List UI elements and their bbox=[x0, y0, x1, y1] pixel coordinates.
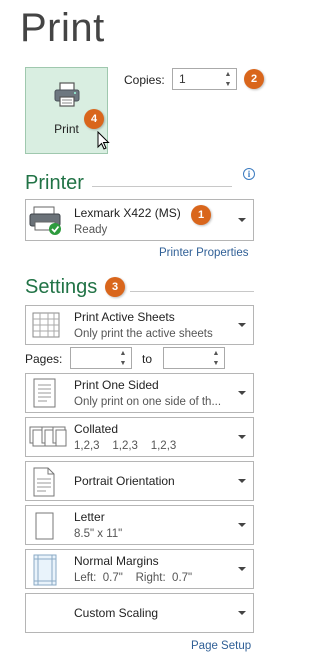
collated-pages-icon bbox=[29, 426, 67, 447]
sides-label: Print One Sided bbox=[74, 378, 159, 392]
margins-label: Normal Margins bbox=[74, 554, 159, 568]
settings-heading: Settings bbox=[25, 276, 98, 298]
print-what-label: Print Active Sheets bbox=[74, 310, 175, 324]
print-what-dropdown[interactable]: Print Active Sheets Only print the activ… bbox=[25, 305, 254, 345]
margins-desc: Left: 0.7" Right: 0.7" bbox=[74, 572, 193, 584]
page-title: Print bbox=[20, 6, 105, 50]
settings-divider bbox=[130, 291, 254, 292]
chevron-down-icon bbox=[238, 479, 246, 483]
printer-divider bbox=[92, 186, 232, 187]
pages-to-label: to bbox=[142, 352, 153, 366]
scaling-dropdown[interactable]: Custom Scaling bbox=[25, 593, 254, 633]
print-what-desc: Only print the active sheets bbox=[74, 328, 213, 340]
chevron-down-icon bbox=[238, 435, 246, 439]
info-icon[interactable]: i bbox=[243, 168, 255, 180]
chevron-down-icon bbox=[238, 523, 246, 527]
sheet-grid-icon bbox=[32, 312, 60, 338]
one-sided-page-icon bbox=[33, 378, 56, 408]
chevron-down-icon bbox=[238, 323, 246, 327]
printer-dropdown[interactable]: Lexmark X422 (MS) Ready bbox=[25, 199, 254, 241]
chevron-down-icon bbox=[238, 611, 246, 615]
mouse-cursor-icon bbox=[97, 131, 110, 150]
chevron-down-icon bbox=[238, 218, 246, 222]
sides-dropdown[interactable]: Print One Sided Only print on one side o… bbox=[25, 373, 254, 413]
pages-to-input[interactable]: ▲ ▼ bbox=[163, 347, 225, 369]
page-setup-link[interactable]: Page Setup bbox=[191, 640, 251, 652]
copies-decrement-icon[interactable]: ▼ bbox=[223, 80, 233, 89]
step-badge-2: 2 bbox=[244, 69, 264, 89]
collation-dropdown[interactable]: Collated 1,2,3 1,2,3 1,2,3 bbox=[25, 417, 254, 457]
chevron-down-icon bbox=[238, 567, 246, 571]
copies-input[interactable]: 1 ▲ ▼ bbox=[172, 68, 237, 90]
printer-device-icon bbox=[29, 206, 61, 235]
printer-icon bbox=[54, 82, 80, 107]
step-badge-3: 3 bbox=[105, 277, 125, 297]
scaling-label: Custom Scaling bbox=[74, 606, 159, 620]
sides-desc: Only print on one side of th... bbox=[74, 396, 222, 408]
pages-to-decrement-icon[interactable]: ▼ bbox=[211, 359, 221, 368]
copies-value: 1 bbox=[179, 72, 186, 86]
printer-name: Lexmark X422 (MS) bbox=[74, 206, 181, 220]
printer-status: Ready bbox=[74, 224, 108, 236]
step-badge-4: 4 bbox=[84, 109, 104, 129]
paper-size-dropdown[interactable]: Letter 8.5" x 11" bbox=[25, 505, 254, 545]
letter-page-icon bbox=[35, 512, 54, 540]
copies-label: Copies: bbox=[124, 73, 165, 87]
collation-label: Collated bbox=[74, 422, 119, 436]
paper-size-label: Letter bbox=[74, 510, 105, 524]
portrait-page-icon bbox=[33, 467, 55, 497]
collation-desc: 1,2,3 1,2,3 1,2,3 bbox=[74, 440, 177, 452]
pages-label: Pages: bbox=[25, 352, 63, 366]
chevron-down-icon bbox=[238, 391, 246, 395]
pages-from-input[interactable]: ▲ ▼ bbox=[70, 347, 132, 369]
paper-size-desc: 8.5" x 11" bbox=[74, 528, 123, 540]
margins-page-icon bbox=[33, 554, 57, 586]
pages-from-increment-icon[interactable]: ▲ bbox=[118, 349, 128, 358]
pages-to-increment-icon[interactable]: ▲ bbox=[211, 349, 221, 358]
printer-heading: Printer bbox=[25, 172, 84, 194]
margins-dropdown[interactable]: Normal Margins Left: 0.7" Right: 0.7" bbox=[25, 549, 254, 589]
orientation-label: Portrait Orientation bbox=[74, 474, 175, 488]
pages-from-decrement-icon[interactable]: ▼ bbox=[118, 359, 128, 368]
copies-increment-icon[interactable]: ▲ bbox=[223, 70, 233, 79]
printer-properties-link[interactable]: Printer Properties bbox=[159, 247, 248, 259]
step-badge-1: 1 bbox=[191, 205, 211, 225]
orientation-dropdown[interactable]: Portrait Orientation bbox=[25, 461, 254, 501]
